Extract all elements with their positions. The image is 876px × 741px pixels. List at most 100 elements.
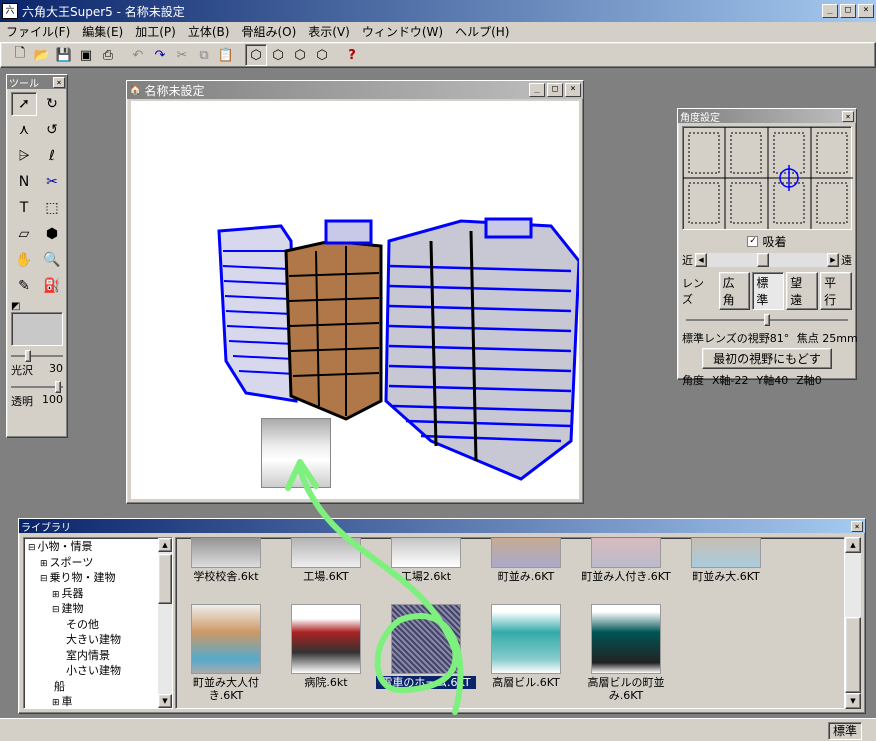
- paint-bucket-icon[interactable]: ⛽: [39, 274, 65, 298]
- lens-slider[interactable]: [686, 314, 848, 326]
- library-item-label[interactable]: 高層ビルの町並み.6KT: [576, 676, 676, 702]
- save-icon[interactable]: 💾: [53, 44, 75, 66]
- knife-icon[interactable]: N: [11, 170, 37, 194]
- view-angle-grid[interactable]: [682, 126, 853, 230]
- close-button[interactable]: ×: [858, 4, 874, 18]
- tree-node[interactable]: ⊞ 兵器: [26, 587, 170, 603]
- tree-scrollbar[interactable]: ▲ ▼: [158, 538, 172, 708]
- extrude-icon[interactable]: ⩥: [11, 144, 37, 168]
- library-tree[interactable]: ⊟ 小物・情景 ⊞ スポーツ ⊟ 乗り物・建物 ⊞ 兵器 ⊟ 建物 その他 大きい建物 室内情景 小さい建…: [23, 537, 173, 709]
- menu-item-1[interactable]: 編集(E): [76, 22, 129, 42]
- menu-item-2[interactable]: 加工(P): [129, 22, 182, 42]
- view-top-icon[interactable]: ⬡: [311, 44, 333, 66]
- plane-icon[interactable]: ▱: [11, 222, 37, 246]
- library-item-label[interactable]: 町並み.6KT: [476, 570, 576, 583]
- cube-icon[interactable]: ⬢: [39, 222, 65, 246]
- text-tool-icon[interactable]: T: [11, 196, 37, 220]
- library-item-label[interactable]: 工場2.6kt: [376, 570, 476, 583]
- menu-item-0[interactable]: ファイル(F): [0, 22, 76, 42]
- library-item-thumbnail[interactable]: [391, 604, 461, 674]
- library-item-label[interactable]: 町並み大人付き.6KT: [176, 676, 276, 702]
- undo-icon[interactable]: ↶: [127, 44, 149, 66]
- library-item-thumbnail[interactable]: [591, 538, 661, 568]
- view-front-icon[interactable]: ⬡: [267, 44, 289, 66]
- tree-scroll-down-icon[interactable]: ▼: [158, 694, 172, 708]
- reset-view-button[interactable]: 最初の視野にもどす: [702, 348, 832, 369]
- tree-node[interactable]: 室内情景: [26, 649, 170, 665]
- scissors-icon[interactable]: ✂: [39, 170, 65, 194]
- cut-icon[interactable]: ✂: [171, 44, 193, 66]
- angle-close-button[interactable]: ×: [842, 110, 854, 122]
- eyedropper-icon[interactable]: ✎: [11, 274, 37, 298]
- library-item-label[interactable]: 町並み人付き.6KT: [576, 570, 676, 583]
- tree-node[interactable]: 船: [26, 680, 170, 696]
- library-item-thumbnail[interactable]: [191, 538, 261, 568]
- library-item-label[interactable]: 高層ビル.6KT: [476, 676, 576, 689]
- menu-item-5[interactable]: 表示(V): [302, 22, 356, 42]
- library-grid[interactable]: 学校校舎.6kt 工場.6KT 工場2.6kt 町並み.6KT 町並み人付き.6KT 町並…: [175, 537, 845, 709]
- library-item-thumbnail[interactable]: [291, 538, 361, 568]
- library-item-thumbnail[interactable]: [191, 604, 261, 674]
- tree-expander-icon[interactable]: ⊞: [40, 559, 48, 569]
- tree-node[interactable]: 大きい建物: [26, 633, 170, 649]
- doc-maximize-button[interactable]: □: [547, 83, 563, 97]
- distance-thumb[interactable]: [757, 253, 769, 267]
- zoom-icon[interactable]: 🔍: [39, 248, 65, 272]
- tree-node[interactable]: ⊟ 建物: [26, 602, 170, 618]
- library-item-thumbnail[interactable]: [591, 604, 661, 674]
- view-side-icon[interactable]: ⬡: [289, 44, 311, 66]
- open-folder-icon[interactable]: 📂: [31, 44, 53, 66]
- tree-expander-icon[interactable]: ⊞: [52, 698, 60, 708]
- library-item-label[interactable]: 学校校舎.6kt: [176, 570, 276, 583]
- paste-icon[interactable]: 📋: [215, 44, 237, 66]
- twist-icon[interactable]: ↺: [39, 118, 65, 142]
- toolbox-close-button[interactable]: ×: [53, 76, 65, 88]
- tree-expander-icon[interactable]: ⊞: [52, 590, 60, 600]
- opacity-slider[interactable]: [11, 381, 63, 393]
- library-item-thumbnail[interactable]: [291, 604, 361, 674]
- lens-parallel-button[interactable]: 平行: [820, 272, 852, 310]
- library-scrollbar[interactable]: ▲ ▼: [845, 537, 861, 709]
- grid-select-icon[interactable]: ⬚: [39, 196, 65, 220]
- menu-item-3[interactable]: 立体(B): [182, 22, 236, 42]
- tree-node[interactable]: その他: [26, 618, 170, 634]
- scroll-left-icon[interactable]: ◀: [695, 253, 707, 267]
- library-close-button[interactable]: ×: [851, 520, 863, 532]
- tree-expander-icon[interactable]: ⊟: [28, 543, 36, 553]
- tree-node[interactable]: ⊞ 車: [26, 695, 170, 708]
- lasso-icon[interactable]: ℓ: [39, 144, 65, 168]
- gloss-slider[interactable]: [11, 350, 63, 362]
- library-item-thumbnail[interactable]: [491, 604, 561, 674]
- lens-standard-button[interactable]: 標準: [752, 272, 785, 310]
- redo-icon[interactable]: ↷: [149, 44, 171, 66]
- select-arrow-icon[interactable]: ➚: [11, 92, 37, 116]
- tree-node[interactable]: ⊟ 小物・情景: [26, 540, 170, 556]
- tree-node[interactable]: ⊞ スポーツ: [26, 556, 170, 572]
- library-item-label[interactable]: 電車のホーム.6KT: [376, 676, 476, 689]
- copy-icon[interactable]: ⧉: [193, 44, 215, 66]
- view-3d-icon[interactable]: ⬡: [245, 44, 267, 66]
- scroll-right-icon[interactable]: ▶: [827, 253, 839, 267]
- minimize-button[interactable]: _: [822, 4, 838, 18]
- bend-icon[interactable]: ⋏: [11, 118, 37, 142]
- help-icon[interactable]: ?: [341, 44, 363, 66]
- doc-close-button[interactable]: ×: [565, 83, 581, 97]
- tree-scroll-thumb[interactable]: [158, 554, 172, 604]
- color-swatch[interactable]: [11, 312, 63, 346]
- snap-checkbox[interactable]: ✓: [747, 236, 759, 247]
- library-item-label[interactable]: 工場.6KT: [276, 570, 376, 583]
- doc-minimize-button[interactable]: _: [529, 83, 545, 97]
- 3d-viewport[interactable]: [131, 101, 581, 499]
- distance-scrollbar[interactable]: ◀ ▶: [695, 253, 839, 267]
- new-file-icon[interactable]: 🗋: [9, 44, 31, 66]
- menu-item-4[interactable]: 骨組み(O): [235, 22, 302, 42]
- hand-icon[interactable]: ✋: [11, 248, 37, 272]
- library-scroll-down-icon[interactable]: ▼: [845, 693, 861, 709]
- library-item-label[interactable]: 町並み大.6KT: [676, 570, 776, 583]
- maximize-button[interactable]: □: [840, 4, 856, 18]
- lens-tele-button[interactable]: 望遠: [786, 272, 819, 310]
- tree-expander-icon[interactable]: ⊟: [40, 574, 48, 584]
- lens-wide-button[interactable]: 広角: [718, 272, 751, 310]
- tree-node[interactable]: ⊟ 乗り物・建物: [26, 571, 170, 587]
- rotate-icon[interactable]: ↻: [39, 92, 65, 116]
